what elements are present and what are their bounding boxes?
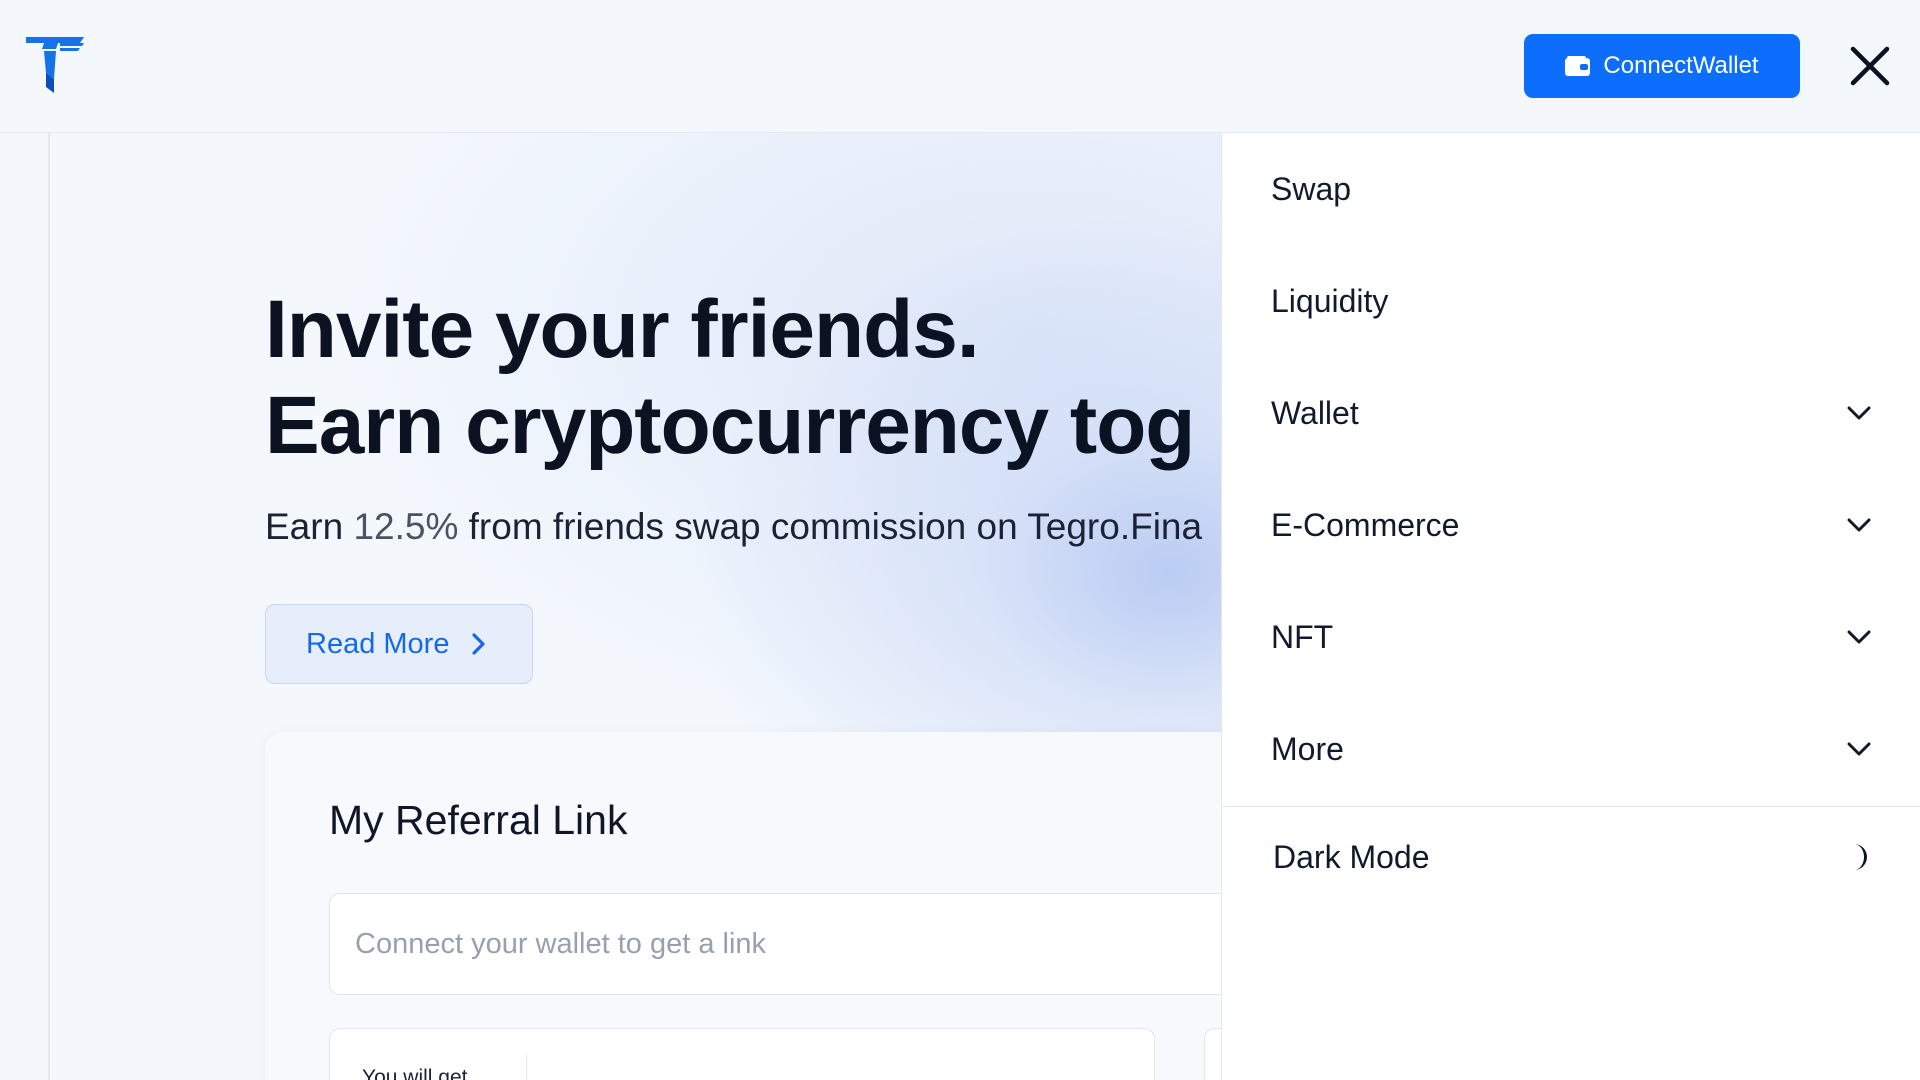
hero-title: Invite your friends. Earn cryptocurrency… [265, 282, 1365, 474]
wallet-icon [1565, 56, 1591, 76]
menu-item-swap[interactable]: Swap [1222, 149, 1920, 229]
menu-item-label: Wallet [1271, 394, 1359, 431]
dark-mode-toggle[interactable]: Dark Mode [1222, 817, 1920, 897]
moon-icon [1854, 844, 1867, 870]
top-header: ConnectWallet [0, 0, 1920, 133]
connect-wallet-button[interactable]: ConnectWallet [1524, 34, 1800, 98]
hero-title-line-2: Earn cryptocurrency tog [265, 380, 1195, 471]
read-more-button[interactable]: Read More [265, 604, 533, 684]
menu-item-more[interactable]: More [1222, 709, 1920, 789]
subtitle-percent: 12.5% [353, 506, 459, 547]
menu-item-liquidity[interactable]: Liquidity [1222, 261, 1920, 341]
referral-link-input[interactable] [329, 893, 1279, 995]
menu-item-label: E-Commerce [1271, 506, 1460, 543]
hero-title-line-1: Invite your friends. [265, 284, 980, 375]
page: ConnectWallet Invite your friends. Earn … [0, 0, 1920, 1080]
drawer-divider [1222, 806, 1920, 807]
navigation-drawer: Swap Liquidity Wallet E-Commerce NFT Mor… [1221, 133, 1920, 1080]
menu-item-ecommerce[interactable]: E-Commerce [1222, 485, 1920, 565]
menu-item-wallet[interactable]: Wallet [1222, 373, 1920, 453]
chevron-down-icon [1847, 518, 1871, 532]
referral-title: My Referral Link [329, 797, 628, 843]
close-icon [1850, 46, 1890, 86]
chevron-down-icon [1847, 630, 1871, 644]
subtitle-suffix: from friends swap commission on Tegro.Fi… [458, 506, 1203, 547]
connect-wallet-label: ConnectWallet [1603, 52, 1759, 79]
hero-subtitle: Earn 12.5% from friends swap commission … [265, 506, 1202, 548]
subtitle-prefix: Earn [265, 506, 354, 547]
close-menu-button[interactable] [1848, 44, 1892, 88]
dark-mode-label: Dark Mode [1273, 838, 1430, 875]
menu-item-label: Swap [1271, 170, 1352, 207]
chevron-down-icon [1847, 406, 1871, 420]
read-more-label: Read More [306, 627, 450, 660]
menu-item-label: NFT [1271, 618, 1334, 655]
chevron-right-icon [472, 633, 486, 655]
menu-item-label: More [1271, 730, 1344, 767]
stat-divider [526, 1055, 527, 1080]
you-will-get-label: You will get [362, 1066, 468, 1080]
menu-item-nft[interactable]: NFT [1222, 597, 1920, 677]
menu-item-label: Liquidity [1271, 282, 1389, 319]
tegro-logo[interactable] [26, 33, 86, 99]
chevron-down-icon [1847, 742, 1871, 756]
